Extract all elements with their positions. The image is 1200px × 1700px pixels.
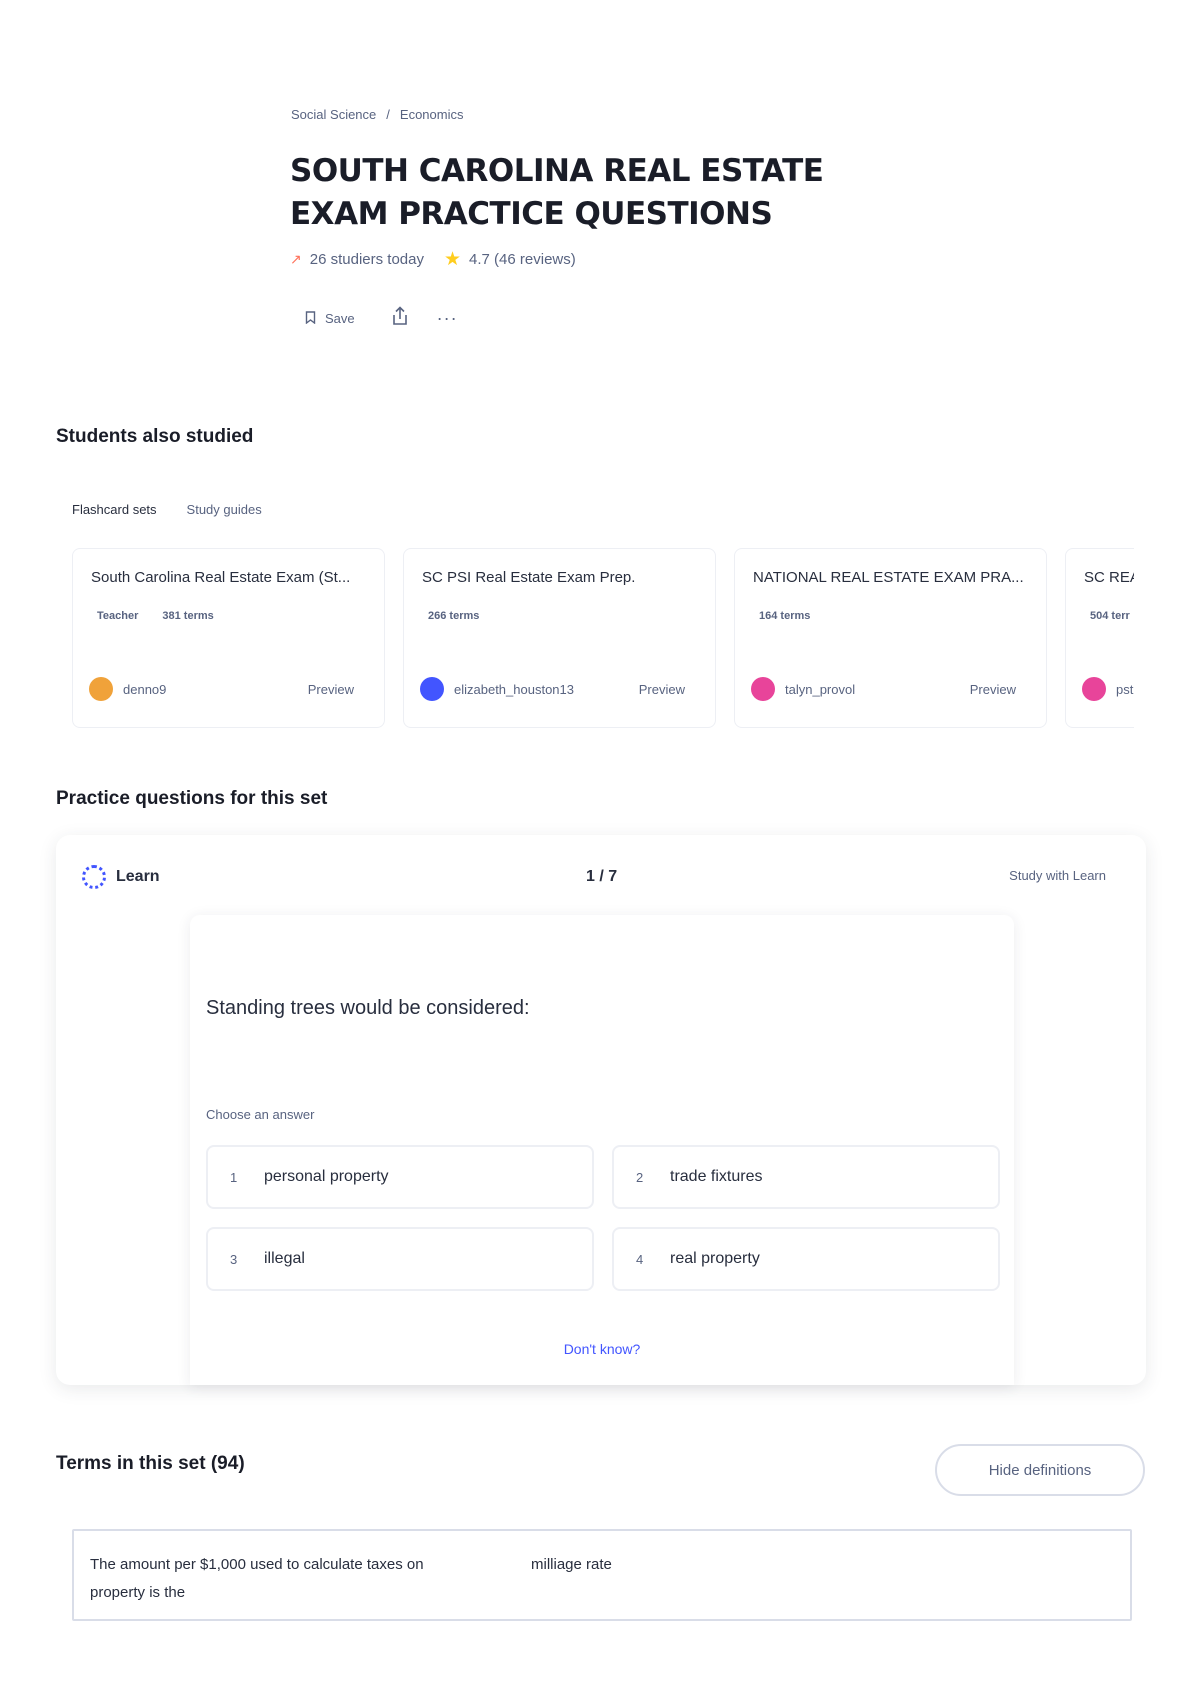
answer-text: trade fixtures <box>670 1168 763 1185</box>
card-meta: 266 terms <box>422 610 697 622</box>
share-button[interactable] <box>391 306 409 331</box>
studied-card[interactable]: NATIONAL REAL ESTATE EXAM PRA... 164 ter… <box>734 548 1047 728</box>
dont-know-button[interactable]: Don't know? <box>190 1341 1014 1357</box>
studied-card[interactable]: SC PSI Real Estate Exam Prep. 266 terms … <box>403 548 716 728</box>
page-title: SOUTH CAROLINA REAL ESTATE EXAM PRACTICE… <box>290 153 824 232</box>
answer-options: 1 personal property 2 trade fixtures 3 i… <box>206 1145 1000 1291</box>
hide-definitions-button[interactable]: Hide definitions <box>935 1444 1145 1496</box>
avatar <box>89 677 113 701</box>
term-text: The amount per $1,000 used to calculate … <box>90 1556 424 1601</box>
tab-study-guides[interactable]: Study guides <box>187 502 262 517</box>
answer-text: real property <box>670 1250 760 1267</box>
study-with-learn-link[interactable]: Study with Learn <box>1009 868 1106 883</box>
card-author[interactable]: elizabeth_houston13 <box>454 682 639 697</box>
share-icon <box>392 306 407 325</box>
preview-button[interactable]: Preview <box>639 682 685 697</box>
card-author[interactable]: talyn_provol <box>785 682 970 697</box>
card-author[interactable]: denno9 <box>123 682 308 697</box>
save-button[interactable]: Save <box>305 310 355 327</box>
studied-card[interactable]: SC REA 504 terr pst <box>1065 548 1134 728</box>
card-term-count: 504 terr <box>1090 610 1130 622</box>
bookmark-icon <box>305 310 316 327</box>
answer-text: personal property <box>264 1168 389 1185</box>
star-icon: ★ <box>443 249 462 270</box>
avatar <box>751 677 775 701</box>
card-meta: Teacher 381 terms <box>91 610 366 622</box>
answer-text: illegal <box>264 1250 305 1267</box>
card-title: South Carolina Real Estate Exam (St... <box>91 569 351 586</box>
studied-cards-carousel: South Carolina Real Estate Exam (St... T… <box>72 548 1134 730</box>
studiers-count: 26 studiers today <box>309 251 424 268</box>
more-options-button[interactable]: ··· <box>437 308 458 329</box>
answer-number: 2 <box>636 1169 644 1185</box>
set-stats: ↗ 26 studiers today ★ 4.7 (46 reviews) <box>290 248 576 271</box>
card-footer: talyn_provol Preview <box>751 677 1016 701</box>
question-card: Standing trees would be considered: Choo… <box>190 915 1014 1385</box>
term-definition: milliage rate <box>531 1556 612 1573</box>
breadcrumb-economics[interactable]: Economics <box>400 107 464 122</box>
card-footer: elizabeth_houston13 Preview <box>420 677 685 701</box>
avatar <box>1082 677 1106 701</box>
card-term-count: 381 terms <box>162 610 214 622</box>
preview-button[interactable]: Preview <box>970 682 1016 697</box>
learn-icon <box>82 865 106 889</box>
answer-number: 1 <box>230 1169 238 1185</box>
breadcrumb-separator: / <box>386 107 390 122</box>
ellipsis-icon: ··· <box>436 308 458 328</box>
card-title: NATIONAL REAL ESTATE EXAM PRA... <box>753 569 1024 586</box>
card-meta: 164 terms <box>753 610 1028 622</box>
studied-tabs: Flashcard sets Study guides <box>72 502 262 517</box>
answer-number: 4 <box>636 1251 644 1267</box>
card-title: SC REA <box>1084 569 1134 586</box>
card-term-count: 164 terms <box>759 610 811 622</box>
terms-title: Terms in this set (94) <box>56 1453 245 1474</box>
avatar <box>420 677 444 701</box>
learn-label-text: Learn <box>116 868 160 885</box>
save-label: Save <box>325 311 355 326</box>
card-badge: Teacher <box>97 610 139 622</box>
learn-mode-label: Learn <box>82 865 160 889</box>
practice-panel: Learn 1 / 7 Study with Learn Standing tr… <box>56 835 1146 1385</box>
tab-flashcard-sets[interactable]: Flashcard sets <box>72 502 157 517</box>
preview-button[interactable]: Preview <box>308 682 354 697</box>
students-also-studied-title: Students also studied <box>56 426 254 447</box>
question-text: Standing trees would be considered: <box>206 997 530 1019</box>
studied-card[interactable]: South Carolina Real Estate Exam (St... T… <box>72 548 385 728</box>
breadcrumb: Social Science / Economics <box>291 107 463 122</box>
card-author[interactable]: pst <box>1116 682 1134 697</box>
card-term-count: 266 terms <box>428 610 480 622</box>
term-row: The amount per $1,000 used to calculate … <box>72 1529 1132 1621</box>
set-actions: Save ··· <box>305 306 458 331</box>
answer-number: 3 <box>230 1251 238 1267</box>
rating-text[interactable]: 4.7 (46 reviews) <box>469 251 576 268</box>
choose-answer-label: Choose an answer <box>206 1107 315 1122</box>
card-footer: denno9 Preview <box>89 677 354 701</box>
answer-option-3[interactable]: 3 illegal <box>206 1227 594 1291</box>
answer-option-2[interactable]: 2 trade fixtures <box>612 1145 1000 1209</box>
practice-questions-title: Practice questions for this set <box>56 788 328 809</box>
card-footer: pst <box>1082 677 1134 701</box>
card-meta: 504 terr <box>1084 610 1134 622</box>
card-title: SC PSI Real Estate Exam Prep. <box>422 569 636 586</box>
question-progress: 1 / 7 <box>586 868 618 885</box>
trending-icon: ↗ <box>290 251 302 267</box>
answer-option-4[interactable]: 4 real property <box>612 1227 1000 1291</box>
answer-option-1[interactable]: 1 personal property <box>206 1145 594 1209</box>
breadcrumb-social-science[interactable]: Social Science <box>291 107 376 122</box>
